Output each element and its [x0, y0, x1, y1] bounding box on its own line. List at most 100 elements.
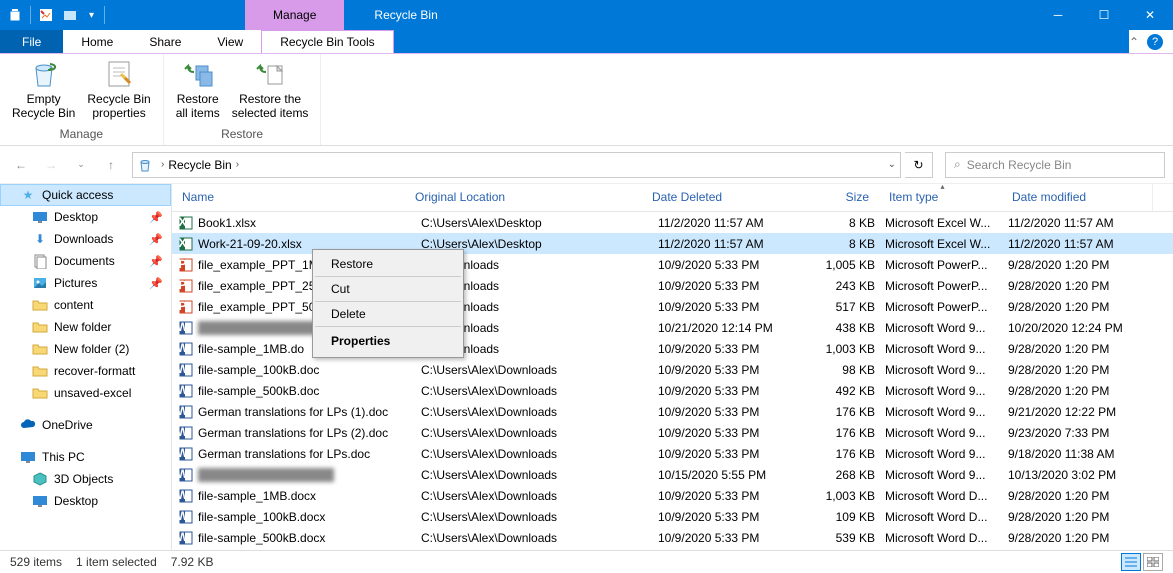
file-name: file-sample_100kB.docx — [198, 510, 421, 524]
collapse-ribbon-icon[interactable]: ⌃ — [1129, 35, 1139, 49]
new-folder-qat-icon[interactable] — [61, 6, 79, 24]
restore-selected-button[interactable]: Restore the selected items — [226, 56, 315, 127]
file-item-type: Microsoft PowerP... — [885, 300, 1008, 314]
file-row[interactable]: Wfile-sample_500kB.docxC:\Users\Alex\Dow… — [172, 527, 1173, 548]
column-size[interactable]: Size — [802, 184, 879, 211]
forward-button[interactable]: → — [38, 152, 64, 178]
file-date-deleted: 10/9/2020 5:33 PM — [658, 489, 818, 503]
home-tab[interactable]: Home — [63, 30, 131, 53]
this-pc-icon — [20, 449, 36, 465]
xlsx-file-icon: X — [178, 236, 194, 252]
recycle-bin-properties-button[interactable]: Recycle Bin properties — [81, 56, 156, 127]
refresh-button[interactable]: ↻ — [905, 152, 933, 178]
file-item-type: Microsoft Word 9... — [885, 384, 1008, 398]
status-item-count: 529 items — [10, 555, 62, 569]
sidebar-item-unsaved-excel[interactable]: unsaved-excel — [0, 382, 171, 404]
qat-dropdown-icon[interactable]: ▾ — [85, 10, 98, 21]
file-row[interactable]: Wfile-sample_500kB.docC:\Users\Alex\Down… — [172, 380, 1173, 401]
thumbnails-view-button[interactable] — [1143, 553, 1163, 571]
file-date-deleted: 10/9/2020 5:33 PM — [658, 531, 818, 545]
file-row[interactable]: Wfile-sample_100kB.docxC:\Users\Alex\Dow… — [172, 506, 1173, 527]
restore-selected-icon — [254, 58, 286, 90]
back-button[interactable]: ← — [8, 152, 34, 178]
file-size: 176 KB — [818, 426, 885, 440]
up-button[interactable]: ↑ — [98, 152, 124, 178]
file-row[interactable]: WGerman translations for LPs (2).docC:\U… — [172, 422, 1173, 443]
breadcrumb-location[interactable]: Recycle Bin — [168, 158, 231, 172]
column-item-type[interactable]: ▴Item type — [879, 184, 1002, 211]
sidebar-item-recover-format[interactable]: recover-formatt — [0, 360, 171, 382]
search-input[interactable]: ⌕ Search Recycle Bin — [945, 152, 1165, 178]
sidebar-item-new-folder[interactable]: New folder — [0, 316, 171, 338]
svg-text:P: P — [178, 257, 186, 271]
file-size: 268 KB — [818, 468, 885, 482]
column-date-deleted[interactable]: Date Deleted — [642, 184, 802, 211]
svg-text:W: W — [178, 341, 189, 355]
sidebar-item-pictures[interactable]: Pictures 📌 — [0, 272, 171, 294]
ribbon-group-label: Manage — [6, 127, 157, 143]
file-size: 1,003 KB — [818, 489, 885, 503]
sidebar-item-downloads[interactable]: ⬇ Downloads 📌 — [0, 228, 171, 250]
file-original-location: C:\Users\Alex\Downloads — [421, 510, 658, 524]
pictures-icon — [32, 275, 48, 291]
ribbon: Empty Recycle Bin Recycle Bin properties… — [0, 54, 1173, 146]
restore-all-button[interactable]: Restore all items — [170, 56, 226, 127]
folder-icon — [32, 341, 48, 357]
file-tab[interactable]: File — [0, 30, 63, 53]
sidebar-item-desktop-thispc[interactable]: Desktop — [0, 490, 171, 512]
svg-text:W: W — [178, 509, 189, 523]
search-icon: ⌕ — [954, 157, 961, 172]
recycle-bin-tools-tab[interactable]: Recycle Bin Tools — [261, 30, 394, 53]
sidebar-item-label: Pictures — [54, 276, 97, 290]
minimize-button[interactable]: ─ — [1035, 0, 1081, 30]
sidebar-item-onedrive[interactable]: OneDrive — [0, 414, 171, 436]
file-row[interactable]: XBook1.xlsxC:\Users\Alex\Desktop11/2/202… — [172, 212, 1173, 233]
sidebar-item-new-folder-2[interactable]: New folder (2) — [0, 338, 171, 360]
context-menu-delete[interactable]: Delete — [315, 302, 461, 327]
share-tab[interactable]: Share — [131, 30, 199, 53]
file-row[interactable]: WGerman translations for LPs (1).docC:\U… — [172, 401, 1173, 422]
help-icon[interactable]: ? — [1147, 34, 1163, 50]
file-size: 539 KB — [818, 531, 885, 545]
column-date-modified[interactable]: Date modified — [1002, 184, 1152, 211]
empty-recycle-bin-button[interactable]: Empty Recycle Bin — [6, 56, 81, 127]
status-bar: 529 items 1 item selected 7.92 KB — [0, 550, 1173, 573]
context-menu-properties[interactable]: Properties — [315, 327, 461, 355]
file-row[interactable]: W████████████████C:\Users\Alex\Downloads… — [172, 464, 1173, 485]
sidebar-item-documents[interactable]: Documents 📌 — [0, 250, 171, 272]
recent-locations-dropdown[interactable]: ⌄ — [68, 152, 94, 178]
file-item-type: Microsoft Word 9... — [885, 342, 1008, 356]
sidebar-item-label: This PC — [42, 450, 85, 464]
context-menu-restore[interactable]: Restore — [315, 252, 461, 277]
properties-qat-icon[interactable] — [37, 6, 55, 24]
qat-divider — [104, 6, 105, 24]
file-item-type: Microsoft Excel W... — [885, 237, 1008, 251]
docx-file-icon: W — [178, 320, 194, 336]
maximize-button[interactable]: ☐ — [1081, 0, 1127, 30]
file-date-modified: 9/28/2020 1:20 PM — [1008, 279, 1158, 293]
column-name[interactable]: Name — [172, 184, 405, 211]
file-row[interactable]: Wfile-sample_100kB.docC:\Users\Alex\Down… — [172, 359, 1173, 380]
sidebar-item-this-pc[interactable]: This PC — [0, 446, 171, 468]
file-row[interactable]: Wfile-sample_1MB.docxC:\Users\Alex\Downl… — [172, 485, 1173, 506]
pin-icon: 📌 — [149, 255, 163, 268]
sidebar-item-desktop[interactable]: Desktop 📌 — [0, 206, 171, 228]
file-name: German translations for LPs.doc — [198, 447, 421, 461]
file-row[interactable]: WGerman translations for LPs.docC:\Users… — [172, 443, 1173, 464]
sidebar-item-quick-access[interactable]: ★ Quick access — [0, 184, 171, 206]
chevron-right-icon[interactable]: › — [236, 159, 239, 170]
pptx-file-icon: P — [178, 278, 194, 294]
breadcrumb[interactable]: › Recycle Bin › ⌄ — [132, 152, 901, 178]
file-date-modified: 11/2/2020 11:57 AM — [1008, 216, 1158, 230]
sidebar-item-content[interactable]: content — [0, 294, 171, 316]
chevron-right-icon[interactable]: › — [161, 159, 164, 170]
details-view-button[interactable] — [1121, 553, 1141, 571]
context-menu-cut[interactable]: Cut — [315, 277, 461, 302]
view-tab[interactable]: View — [199, 30, 261, 53]
breadcrumb-dropdown-icon[interactable]: ⌄ — [888, 159, 896, 170]
file-item-type: Microsoft PowerP... — [885, 279, 1008, 293]
sidebar-item-3d-objects[interactable]: 3D Objects — [0, 468, 171, 490]
close-button[interactable]: ✕ — [1127, 0, 1173, 30]
column-original-location[interactable]: Original Location — [405, 184, 642, 211]
search-placeholder: Search Recycle Bin — [967, 158, 1072, 172]
